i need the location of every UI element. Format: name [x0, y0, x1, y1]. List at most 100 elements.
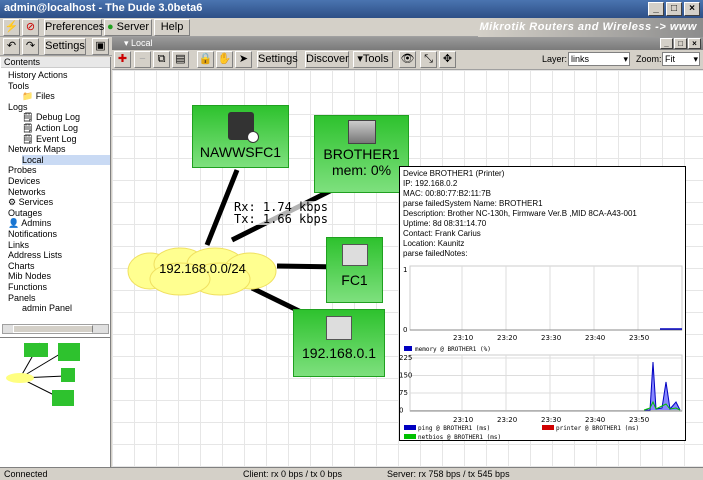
preferences-label: Preferences [45, 21, 105, 33]
fit-lines-icon[interactable]: ⤡ [420, 51, 437, 68]
lock-icon[interactable]: 🔒 [197, 51, 214, 68]
copy-icon[interactable]: ⧉ [153, 51, 170, 68]
pointer-icon[interactable]: ➤ [235, 51, 252, 68]
sidebar-item-services[interactable]: ⚙ Services [8, 197, 110, 207]
x-tick-label: 23:50 [629, 416, 649, 424]
binoculars-icon[interactable]: 👁 [399, 51, 416, 68]
sidebar-item-action-log[interactable]: 🗒 Action Log [22, 123, 110, 133]
tree-item-icon: 👤 [8, 218, 22, 229]
sidebar-item-outages[interactable]: Outages [8, 208, 110, 218]
close-button[interactable]: × [684, 2, 700, 16]
sidebar-item-label: Services [18, 197, 54, 208]
chart1-ymin: 0 [403, 326, 407, 334]
sidebar-item-charts[interactable]: Charts [8, 261, 110, 271]
help-label: Help [160, 21, 184, 33]
back-icon[interactable]: ↶ [3, 38, 20, 55]
sidebar-item-event-log[interactable]: 🗒 Event Log [22, 134, 110, 144]
node-label-nawwsfc1: NAWWSFC1 [199, 144, 282, 160]
node-label-fc1: FC1 [341, 272, 368, 288]
disconnect-icon[interactable]: ⊘ [22, 19, 39, 36]
link-nawwsfc1[interactable] [204, 169, 240, 246]
workstation-icon [326, 316, 352, 340]
sidebar-item-logs[interactable]: Logs [8, 102, 110, 112]
sidebar-item-history-actions[interactable]: History Actions [8, 70, 110, 80]
tree-item-icon: 🗒 [22, 123, 36, 133]
sidebar-item-functions[interactable]: Functions [8, 282, 110, 292]
y-tick-label: 150 [400, 372, 412, 380]
x-tick-label: 23:10 [453, 334, 473, 342]
settings-button[interactable]: Settings [44, 38, 86, 55]
device-gateway[interactable]: 192.168.0.1 [293, 309, 385, 377]
network-label: 192.168.0.0/24 [159, 261, 246, 276]
tools-button[interactable]: ▾Tools [353, 51, 393, 68]
add-icon[interactable]: ✚ [114, 51, 131, 68]
sidebar-item-networks[interactable]: Networks [8, 187, 110, 197]
sidebar-item-label: Outages [8, 207, 43, 218]
sidebar-item-debug-log[interactable]: 🗒 Debug Log [22, 112, 110, 122]
device-brother1[interactable]: BROTHER1 mem: 0% [314, 115, 409, 193]
legend-printer: printer @ BROTHER1 (ms) [556, 425, 639, 432]
sidebar-item-admin-panel[interactable]: admin Panel [22, 303, 110, 313]
minimap[interactable] [0, 337, 110, 467]
layer-select[interactable]: links [568, 52, 630, 66]
remove-icon[interactable]: − [134, 51, 151, 68]
server-label: Server [116, 21, 150, 33]
sidebar-item-notifications[interactable]: Notifications [8, 229, 110, 239]
sidebar-item-label: Action Log [35, 123, 78, 133]
device-fc1[interactable]: FC1 [326, 237, 383, 303]
tooltip-line: MAC: 00:80:77:B2:11:7B [403, 189, 491, 198]
zoom-label: Zoom: [636, 54, 662, 64]
map-maximize-button[interactable]: □ [674, 38, 687, 49]
x-tick-label: 23:30 [541, 416, 561, 424]
help-button[interactable]: Help [154, 19, 190, 36]
map-close-button[interactable]: × [688, 38, 701, 49]
sidebar-item-admins[interactable]: 👤 Admins [8, 218, 110, 228]
layout-icon[interactable]: ✥ [439, 51, 456, 68]
map-settings-button[interactable]: Settings [257, 51, 298, 68]
x-tick-label: 23:40 [585, 416, 605, 424]
tooltip-charts: 1 0 23:10 23:20 23:30 23:40 23:50 memory @ B… [400, 265, 683, 441]
maximize-button[interactable]: □ [666, 2, 682, 16]
device-tooltip: Device BROTHER1 (Printer) IP: 192.168.0.… [399, 166, 686, 441]
sidebar-item-local[interactable]: Local [22, 154, 110, 165]
tree-item-icon: 📁 [22, 91, 36, 102]
sidebar-item-files[interactable]: 📁 Files [22, 91, 110, 101]
tooltip-line: Contact: Frank Carius [403, 229, 481, 238]
sidebar-item-links[interactable]: Links [8, 240, 110, 250]
map-tab-icon: ▾ [124, 38, 132, 48]
legend-ping-swatch [404, 425, 416, 430]
paste-icon[interactable]: ▤ [172, 51, 189, 68]
sidebar-item-devices[interactable]: Devices [8, 176, 110, 186]
legend-memory: memory @ BROTHER1 (%) [415, 346, 491, 353]
x-tick-label: 23:50 [629, 334, 649, 342]
minimap-graphic [6, 342, 80, 406]
tooltip-line: Device BROTHER1 (Printer) [403, 169, 505, 178]
sidebar-item-label: Charts [8, 260, 35, 271]
sidebar-item-panels[interactable]: Panels [8, 293, 110, 303]
zoom-select[interactable]: Fit [662, 52, 700, 66]
server-button[interactable]: ● Server [104, 19, 152, 36]
sidebar-item-label: Network Maps [8, 144, 66, 155]
connect-icon[interactable]: ⚡ [3, 19, 20, 36]
tree-scrollbar[interactable] [2, 324, 109, 334]
map-minimize-button[interactable]: _ [660, 38, 673, 49]
sidebar-item-tools[interactable]: Tools [8, 81, 110, 91]
tooltip-line: Uptime: 8d 08:31:14.70 [403, 219, 487, 228]
hand-icon[interactable]: ✋ [216, 51, 233, 68]
tooltip-line: Description: Brother NC-130h, Firmware V… [403, 209, 637, 218]
discover-button[interactable]: Discover [305, 51, 349, 68]
legend-printer-swatch [542, 425, 554, 430]
tooltip-line: parse failedSystem Name: BROTHER1 [403, 199, 543, 208]
minimize-button[interactable]: _ [648, 2, 664, 16]
server-icon [227, 112, 259, 143]
device-nawwsfc1[interactable]: NAWWSFC1 [192, 105, 289, 168]
preferences-button[interactable]: Preferences [44, 19, 105, 36]
chart1-ymax: 1 [403, 266, 407, 274]
window-icon[interactable]: ▣ [92, 38, 109, 55]
node-label-brother1: BROTHER1 [323, 146, 400, 162]
sidebar-item-mib-nodes[interactable]: Mib Nodes [8, 271, 110, 281]
sidebar-item-probes[interactable]: Probes [8, 165, 110, 175]
forward-icon[interactable]: ↷ [22, 38, 39, 55]
sidebar-item-address-lists[interactable]: Address Lists [8, 250, 110, 260]
sidebar-item-network-maps[interactable]: Network Maps [8, 144, 110, 154]
